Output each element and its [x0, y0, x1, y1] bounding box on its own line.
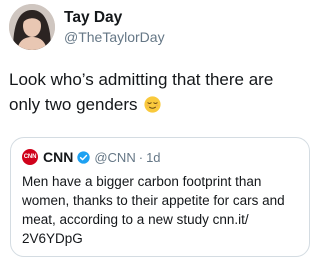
tweet-body: Look who’s admitting that there are only… — [9, 67, 298, 117]
author-handle[interactable]: @TheTaylorDay — [64, 29, 165, 46]
cnn-logo-text: CNN — [23, 154, 37, 160]
author-name[interactable]: Tay Day — [64, 9, 122, 27]
quoted-author-name[interactable]: CNN — [43, 149, 73, 165]
quoted-author-handle[interactable]: @CNN — [94, 150, 135, 165]
quoted-tweet-header: CNN CNN @CNN · 1d — [22, 148, 161, 166]
quoted-tweet-card[interactable]: CNN CNN @CNN · 1d Men have a bigger carb… — [10, 137, 310, 257]
relieved-face-icon — [144, 95, 161, 113]
separator-dot: · — [138, 149, 144, 165]
tweet-text: Look who’s admitting that there are only… — [9, 70, 274, 114]
quoted-tweet-time[interactable]: 1d — [146, 150, 160, 165]
quoted-tweet-text: Men have a bigger carbon footprint than … — [22, 174, 285, 246]
cnn-logo-icon[interactable]: CNN — [22, 149, 38, 165]
user-avatar[interactable] — [9, 4, 55, 50]
verified-badge-icon — [77, 150, 91, 164]
